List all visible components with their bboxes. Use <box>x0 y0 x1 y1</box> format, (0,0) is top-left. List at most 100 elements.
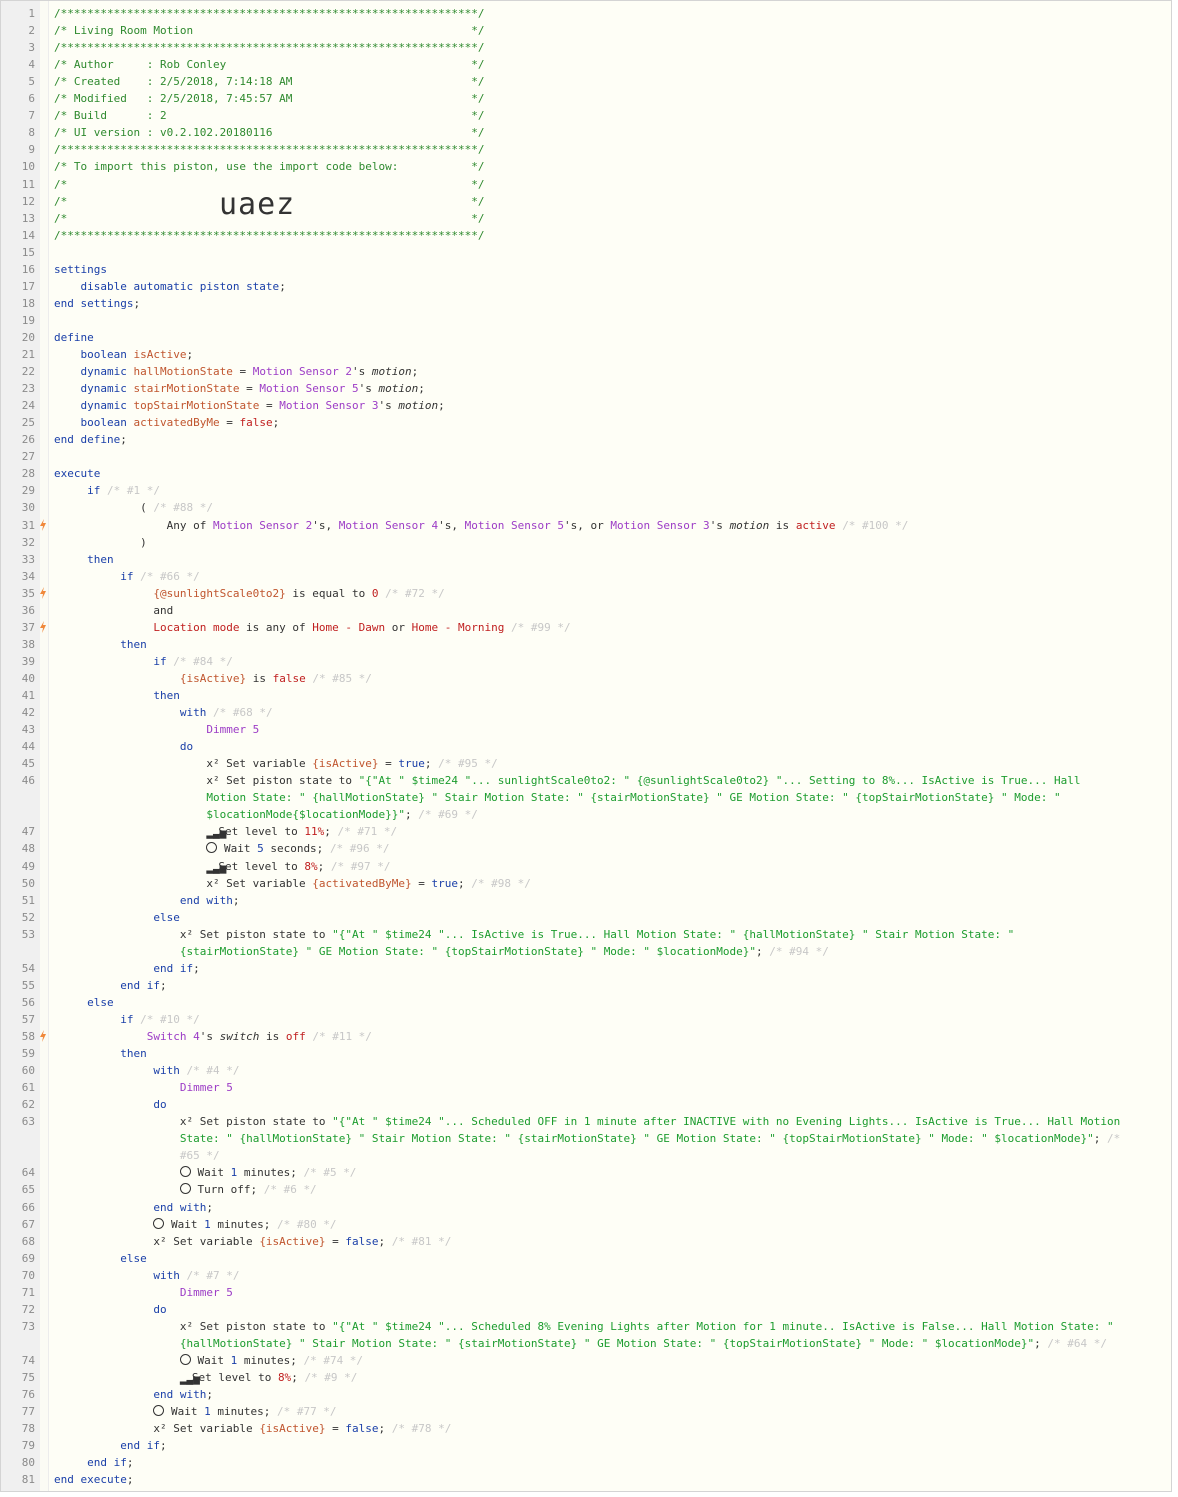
line-number: 50 <box>21 876 35 890</box>
keyword: do <box>179 740 194 754</box>
line-number: 70 <box>21 1268 35 1282</box>
variable: hallMotionState <box>133 365 233 379</box>
header-comment: /***************************************… <box>54 143 485 157</box>
statement-id-comment: /* #98 */ <box>471 876 531 890</box>
code-line: if /* #84 */ <box>54 653 1151 670</box>
line-number: 80 <box>21 1456 35 1470</box>
code-line: /* Created : 2/5/2018, 7:14:18 AM */ <box>54 73 1151 90</box>
code-line: dynamic topStairMotionState = Motion Sen… <box>80 399 445 413</box>
device-name: Motion Sensor 5 <box>259 382 359 396</box>
code-line: execute <box>54 465 1151 482</box>
lightning-bolt-icon <box>39 1030 47 1042</box>
statement-id-comment: /* #1 */ <box>107 484 160 498</box>
header-comment: /* Living Room Motion */ <box>54 24 485 38</box>
keyword: 1 <box>204 1405 211 1419</box>
line-number: 35 <box>21 586 35 600</box>
statement-id-comment: /* #10 */ <box>140 1012 200 1026</box>
line-number: 39 <box>21 654 35 668</box>
line-number: 64 <box>21 1166 35 1180</box>
line-number: 66 <box>21 1200 35 1214</box>
code-line: then <box>54 636 1151 653</box>
signal-level-icon: ▂▃▅ <box>206 826 227 840</box>
clock-icon <box>206 842 218 854</box>
variable: topStairMotionState <box>133 399 260 413</box>
code-line: #65 */ <box>54 1147 1151 1164</box>
clock-icon <box>179 1166 191 1178</box>
statement-id-comment: /* #9 */ <box>304 1371 358 1384</box>
value: false <box>239 416 273 430</box>
variable: {isActive} <box>179 671 247 685</box>
keyword: 1 <box>230 1166 238 1180</box>
keyword: false <box>345 1422 379 1436</box>
line-number: 72 <box>21 1302 35 1316</box>
string-literal: "{"At " $time24 "... IsActive is True...… <box>332 927 1015 941</box>
device-name: Dimmer 5 <box>179 1285 233 1299</box>
keyword: with <box>179 706 207 720</box>
line-number: 4 <box>28 58 35 72</box>
line-number: 9 <box>28 143 35 157</box>
line-number: 76 <box>21 1388 35 1402</box>
code-line: /***************************************… <box>54 5 1151 22</box>
keyword: end if <box>153 961 194 975</box>
keyword: if <box>87 484 101 498</box>
string-literal: "{"At " $time24 "... sunlightScale0to2: … <box>358 774 1081 788</box>
statement-id-comment: /* #11 */ <box>312 1030 372 1043</box>
code-line: x² Set piston state to "{"At " $time24 "… <box>54 1115 1121 1129</box>
keyword: else <box>153 910 180 924</box>
line-number: 2 <box>28 24 35 38</box>
statement-id-comment: /* #97 */ <box>330 859 391 873</box>
line-number: 69 <box>21 1251 35 1265</box>
code-line: ▂▃▅Set level to 11%; /* #71 */ <box>206 825 398 840</box>
keyword: end with <box>153 1200 207 1214</box>
code-line: x² Set piston state to "{"At " $time24 "… <box>54 1319 1114 1333</box>
trigger-gutter <box>40 1 49 1491</box>
keyword: with <box>153 1268 180 1282</box>
attribute: motion <box>378 382 419 396</box>
statement-id-comment: /* #64 */ <box>1047 1336 1108 1350</box>
line-number: 20 <box>21 330 35 344</box>
device-name: Switch 4 <box>146 1030 200 1043</box>
clock-icon <box>153 1405 165 1417</box>
code-line: then <box>54 687 1151 704</box>
code-line: x² Set variable {isActive} = true; /* #9… <box>54 757 498 771</box>
line-number: 65 <box>21 1183 35 1197</box>
code-line: then <box>54 1045 1151 1062</box>
line-number: 63 <box>21 1115 35 1129</box>
string-literal: "{"At " $time24 "... Scheduled OFF in 1 … <box>332 1115 1121 1129</box>
variable: {@sunlightScale0to2} <box>153 586 286 600</box>
code-line: end with; <box>153 1388 213 1402</box>
code-line: /***************************************… <box>54 227 1151 244</box>
code-line: {@sunlightScale0to2} is equal to 0 /* #7… <box>153 586 445 600</box>
code-line: ▂▃▅Set level to 8%; /* #97 */ <box>206 859 391 874</box>
code-line: else <box>54 994 1151 1011</box>
code-line: Switch 4's switch is off /* #11 */ <box>146 1030 372 1043</box>
code-line: if /* #10 */ <box>54 1011 1151 1028</box>
code-line: /***************************************… <box>54 39 1151 56</box>
statement-id-comment: #65 */ <box>179 1149 220 1163</box>
code-line: x² Set piston state to "{"At " $time24 "… <box>54 927 1015 941</box>
code-line: x² Set variable {isActive} = false; /* #… <box>54 1234 452 1248</box>
variable: isActive <box>133 348 187 361</box>
string-literal: {hallMotionState} " Stair Motion State: … <box>179 1336 1035 1350</box>
code-line: /* To import this piston, use the import… <box>54 158 1151 175</box>
code-line: dynamic hallMotionState = Motion Sensor … <box>80 365 419 379</box>
lightning-bolt-icon <box>39 620 47 633</box>
line-number: 34 <box>21 569 35 583</box>
variable: {isActive} <box>259 1234 326 1248</box>
statement-id-comment: /* #80 */ <box>276 1217 337 1231</box>
keyword: if <box>120 1012 134 1026</box>
keyword: end define <box>54 433 121 447</box>
code-line: end settings; <box>54 296 141 310</box>
line-number: 51 <box>21 893 35 907</box>
line-number: 40 <box>21 671 35 685</box>
code-line: boolean activatedByMe = false; <box>80 416 280 430</box>
line-number: 81 <box>21 1473 35 1487</box>
code-line: {hallMotionState} " Stair Motion State: … <box>179 1336 1108 1350</box>
keyword: else <box>120 1251 147 1265</box>
attribute: motion <box>398 399 439 413</box>
import-code[interactable]: uaez <box>219 187 295 222</box>
keyword: if <box>120 569 134 583</box>
device-name: Motion Sensor 4 <box>338 518 439 532</box>
line-number: 48 <box>21 842 35 856</box>
statement-id-comment: /* #84 */ <box>173 654 233 668</box>
